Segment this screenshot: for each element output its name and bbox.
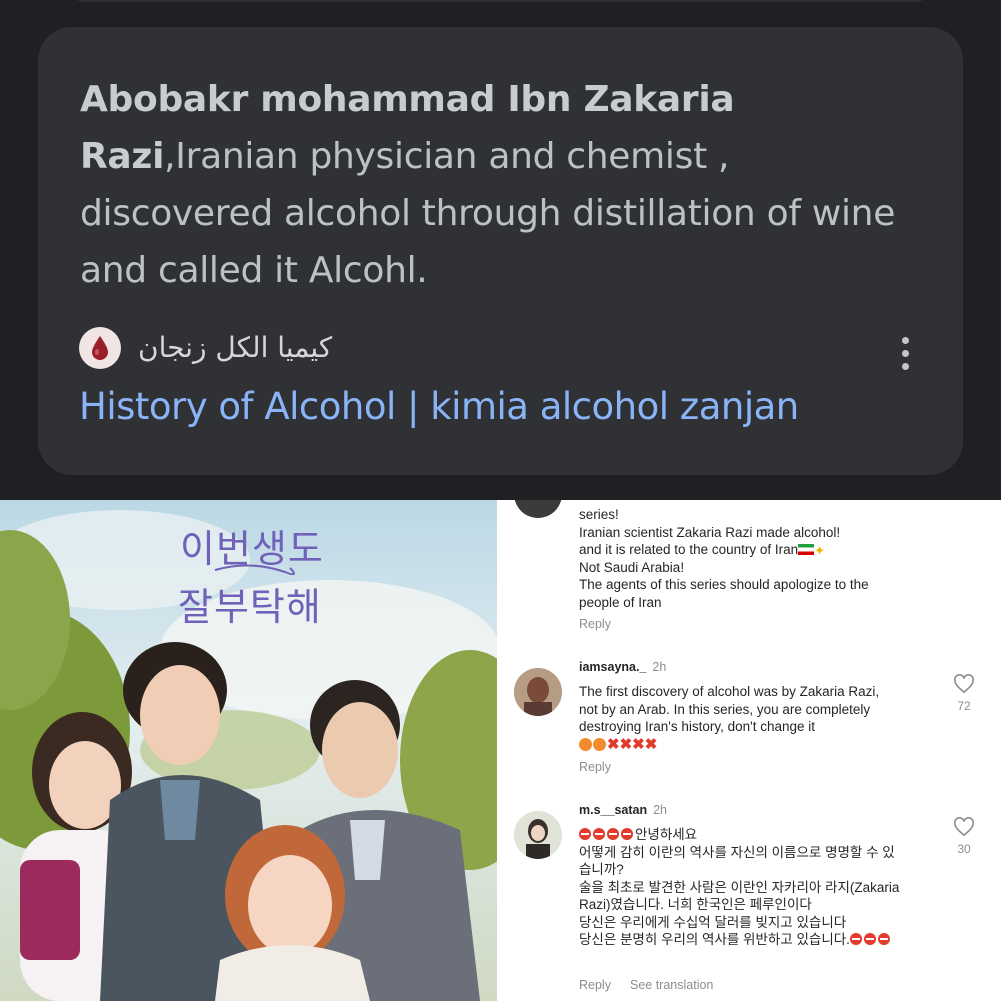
poster-title-line1: 이번생도 — [180, 527, 324, 571]
no-entry-icon — [607, 828, 619, 840]
comment-line-text: and it is related to the country of Iran — [579, 542, 799, 557]
angry-face-icon — [579, 737, 592, 751]
comment-line-text: 당신은 분명히 우리의 역사를 위반하고 있습니다. — [579, 932, 850, 947]
heart-outline-icon[interactable] — [953, 817, 975, 837]
iran-flag-icon — [798, 544, 815, 555]
snippet-text: ,Iranian physician and chemist , discove… — [80, 136, 896, 291]
comment-line-text: 안녕하세요 — [635, 827, 698, 842]
comment-text: The first discovery of alcohol was by Za… — [579, 683, 919, 753]
drama-poster-image: 이번생도 잘부탁해 — [0, 500, 497, 1001]
no-entry-icon — [593, 828, 605, 840]
comment-time: 2h — [653, 803, 668, 817]
comment-text: 안녕하세요 어떻게 감히 이란의 역사를 자신의 이름으로 명명할 수 있 습니… — [579, 826, 939, 949]
previous-result-card — [60, 0, 940, 2]
see-translation-link[interactable]: See translation — [630, 978, 713, 992]
comment-line: destroying Iran's history, don't change … — [579, 719, 816, 734]
search-result-card[interactable]: Abobakr mohammad Ibn Zakaria Razi,Irania… — [38, 27, 963, 475]
comment-line: Iranian scientist Zakaria Razi made alco… — [579, 524, 919, 542]
avatar[interactable] — [514, 811, 562, 859]
reply-button[interactable]: Reply — [579, 760, 611, 774]
angry-face-icon — [593, 737, 606, 751]
no-entry-icon — [877, 933, 890, 945]
no-entry-icon — [579, 828, 591, 840]
site-name[interactable]: كيميا الكل زنجان — [138, 327, 332, 369]
dizzy-icon: ✦ — [814, 543, 826, 558]
comment-line: not by an Arab. In this series, you are … — [579, 701, 871, 717]
reply-button[interactable]: Reply — [579, 617, 611, 631]
avatar[interactable] — [514, 500, 562, 518]
comment-line-text: Iranian scientist Zakaria Razi made alco… — [579, 524, 841, 540]
comment-time: 2h — [652, 660, 667, 674]
comment-line: The first discovery of alcohol was by Za… — [579, 684, 880, 699]
comment-line: The agents of this series should apologi… — [579, 577, 869, 592]
comment-line: and it is related to the country of Iran… — [579, 541, 919, 559]
no-entry-icon — [621, 828, 633, 840]
like-count: 72 — [957, 699, 971, 713]
no-entry-icon — [863, 933, 876, 945]
cross-mark-icon: ✖✖✖✖ — [607, 735, 658, 753]
like-count: 30 — [957, 842, 971, 856]
comment-line: 술을 최초로 발견한 사람은 이란인 자카리아 라지(Zakaria — [579, 879, 900, 895]
result-title-link[interactable]: History of Alcohol | kimia alcohol zanja… — [79, 379, 799, 435]
comment-username[interactable]: iamsayna._ 2h — [579, 660, 666, 674]
comment-line: Not Saudi Arabia! — [579, 559, 685, 575]
comment-username[interactable]: m.s__satan 2h — [579, 803, 667, 817]
username-text[interactable]: iamsayna._ — [579, 660, 646, 674]
comment-line: 당신은 우리에게 수십억 달러를 빚지고 있습니다 — [579, 914, 847, 930]
comment-line: 어떻게 감히 이란의 역사를 자신의 이름으로 명명할 수 있 — [579, 844, 895, 860]
result-snippet: Abobakr mohammad Ibn Zakaria Razi,Irania… — [80, 71, 930, 299]
heart-outline-icon[interactable] — [953, 674, 975, 694]
blood-drop-icon — [79, 327, 121, 369]
comments-panel: series! Iranian scientist Zakaria Razi m… — [497, 500, 1001, 1001]
comment-line: 안녕하세요 — [579, 826, 939, 844]
comment-text: series! Iranian scientist Zakaria Razi m… — [579, 506, 919, 611]
comment-line: 당신은 분명히 우리의 역사를 위반하고 있습니다. — [579, 931, 939, 949]
more-vert-icon[interactable] — [894, 331, 916, 375]
emoji-line: ✖✖✖✖ — [579, 736, 919, 754]
comment-line: Razi)였습니다. 너희 한국인은 페루인이다 — [579, 897, 812, 912]
comment-line: people of Iran — [579, 594, 662, 610]
search-result-panel: Abobakr mohammad Ibn Zakaria Razi,Irania… — [0, 0, 1001, 500]
comment-line: series! — [579, 507, 619, 522]
comment-line: 습니까? — [579, 862, 624, 877]
poster-title-line2: 잘부탁해 — [178, 585, 322, 629]
avatar[interactable] — [514, 668, 562, 716]
reply-button[interactable]: Reply — [579, 978, 611, 992]
no-entry-icon — [849, 933, 862, 945]
username-text[interactable]: m.s__satan — [579, 803, 647, 817]
